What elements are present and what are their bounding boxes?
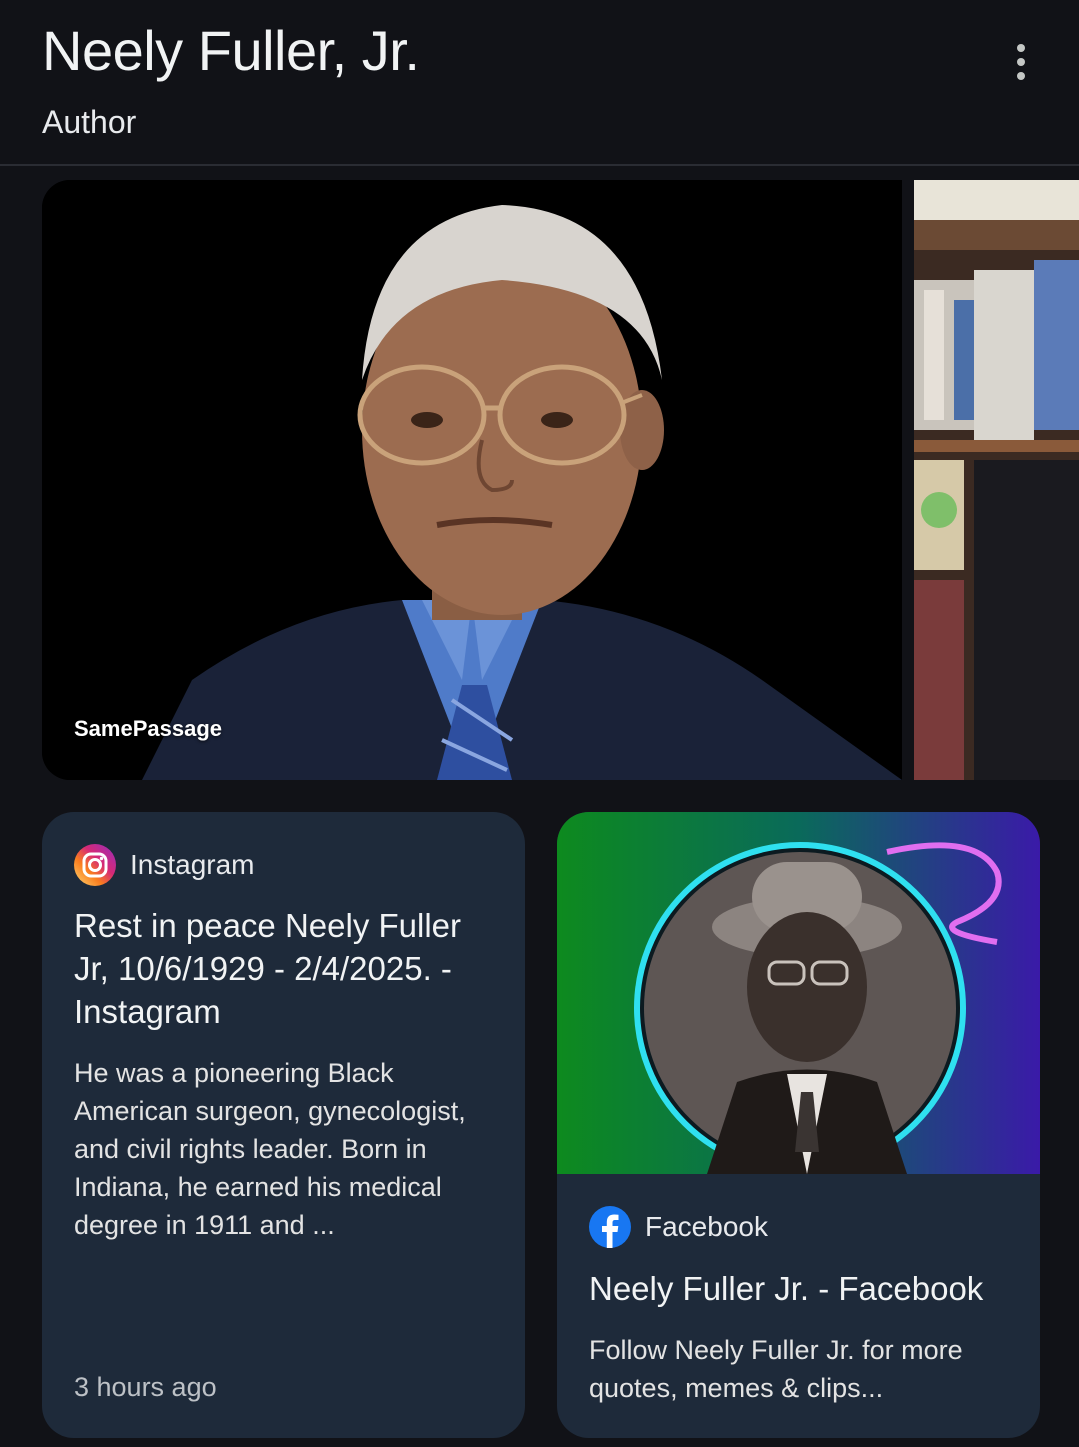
facebook-icon: [589, 1206, 631, 1248]
knowledge-panel-header: Neely Fuller, Jr. Author: [0, 0, 1079, 166]
image-source-label: SamePassage: [74, 716, 222, 741]
profile-thumbnail-image: [557, 812, 1040, 1174]
result-title[interactable]: Neely Fuller Jr. - Facebook: [589, 1267, 1029, 1310]
portrait-image: [42, 180, 902, 780]
source-name: Facebook: [645, 1211, 768, 1242]
result-timestamp: 3 hours ago: [74, 1372, 217, 1402]
result-snippet: Follow Neely Fuller Jr. for more quotes,…: [589, 1335, 963, 1403]
result-card-facebook[interactable]: Facebook Neely Fuller Jr. - Facebook Fol…: [557, 812, 1040, 1438]
result-snippet: He was a pioneering Black American surge…: [74, 1058, 466, 1240]
bookstore-image: [914, 180, 1079, 780]
entity-subtitle: Author: [42, 104, 137, 140]
main-image[interactable]: SamePassage: [42, 180, 902, 780]
result-card-instagram[interactable]: Instagram Rest in peace Neely Fuller Jr,…: [42, 812, 525, 1438]
source-name: Instagram: [130, 849, 255, 880]
facebook-thumbnail: [557, 812, 1040, 1174]
source-row: Instagram: [74, 844, 255, 886]
entity-title: Neely Fuller, Jr.: [42, 19, 420, 82]
source-row: Facebook: [589, 1206, 768, 1248]
result-title[interactable]: Rest in peace Neely Fuller Jr, 10/6/1929…: [74, 904, 494, 1033]
instagram-icon: [74, 844, 116, 886]
more-vert-icon[interactable]: [1001, 38, 1041, 86]
secondary-image[interactable]: [914, 180, 1079, 780]
